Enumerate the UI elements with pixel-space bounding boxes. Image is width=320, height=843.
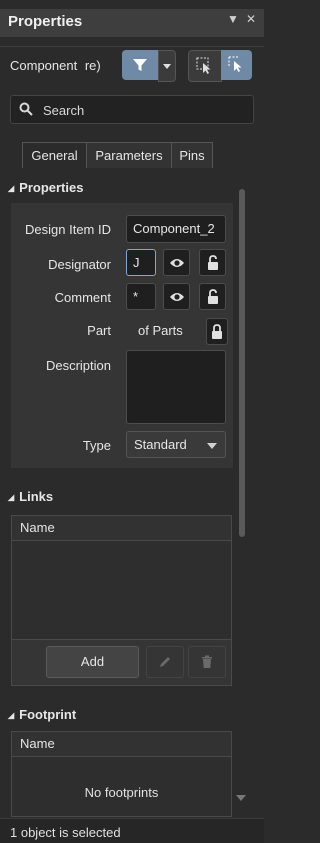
- designator-field[interactable]: J: [126, 249, 156, 276]
- tab-pins[interactable]: Pins: [171, 142, 213, 168]
- properties-section-header[interactable]: ◢ Properties: [8, 180, 83, 195]
- filter-label: Component re): [10, 58, 101, 73]
- search-input[interactable]: [41, 99, 245, 121]
- filter-button[interactable]: [122, 50, 158, 80]
- no-footprints-message: No footprints: [84, 785, 159, 800]
- panel-header: Properties ▼ ✕: [0, 9, 264, 37]
- footprint-table-header: Name: [12, 732, 231, 757]
- pin-icon[interactable]: ▼: [227, 12, 239, 26]
- type-select-value: Standard: [134, 437, 187, 452]
- description-field[interactable]: [126, 350, 226, 424]
- select-inside-button[interactable]: [188, 50, 222, 82]
- comment-label: Comment: [54, 290, 111, 305]
- collapse-triangle-icon: ◢: [8, 711, 15, 720]
- eye-icon: [169, 292, 184, 301]
- type-label: Type: [82, 438, 111, 453]
- panel-title: Properties: [8, 13, 83, 30]
- select-cursor-button[interactable]: [221, 50, 252, 80]
- select-inside-icon: [196, 57, 211, 74]
- part-value: of Parts: [138, 323, 183, 338]
- chevron-down-icon: [163, 63, 171, 69]
- close-icon[interactable]: ✕: [246, 12, 256, 26]
- links-table-header: Name: [12, 516, 231, 541]
- collapse-triangle-icon: ◢: [8, 184, 15, 193]
- add-link-button[interactable]: Add: [46, 646, 139, 678]
- status-text: 1 object is selected: [10, 825, 121, 840]
- comment-field[interactable]: *: [126, 283, 156, 310]
- search-icon: [19, 102, 33, 116]
- tab-general[interactable]: General: [22, 142, 87, 168]
- type-select[interactable]: Standard: [126, 431, 226, 458]
- unlock-icon: [207, 288, 218, 304]
- filter-icon: [133, 59, 147, 71]
- search-box: [10, 95, 254, 124]
- filter-dropdown-button[interactable]: [158, 50, 176, 82]
- filter-row: Component re): [0, 47, 264, 85]
- designator-lock-button[interactable]: [199, 249, 226, 276]
- designator-visibility-button[interactable]: [163, 249, 190, 276]
- lock-icon: [212, 323, 222, 339]
- links-section-header[interactable]: ◢ Links: [8, 489, 53, 504]
- part-lock-button[interactable]: [206, 318, 228, 345]
- comment-visibility-button[interactable]: [163, 283, 190, 310]
- design-item-id-field[interactable]: Component_2: [126, 215, 226, 243]
- eye-icon: [169, 258, 184, 267]
- designator-label: Designator: [48, 257, 111, 272]
- footprint-table: Name: [11, 731, 232, 817]
- links-table: Name: [11, 515, 232, 640]
- chevron-down-icon: [207, 443, 217, 449]
- scroll-down-arrow-icon[interactable]: [236, 795, 246, 801]
- delete-link-button[interactable]: [188, 646, 226, 678]
- panel-titlebar: Properties ▼ ✕: [0, 0, 264, 47]
- pencil-icon: [160, 657, 170, 667]
- trash-icon: [202, 655, 212, 668]
- collapse-triangle-icon: ◢: [8, 493, 15, 502]
- links-name-column[interactable]: Name: [20, 520, 55, 535]
- description-label: Description: [45, 358, 111, 373]
- part-label: Part: [87, 323, 111, 338]
- select-cursor-icon: [228, 56, 241, 72]
- tab-parameters[interactable]: Parameters: [86, 142, 172, 168]
- design-item-id-label: Design Item ID: [25, 222, 111, 237]
- footprint-section-header[interactable]: ◢ Footprint: [8, 707, 76, 722]
- comment-lock-button[interactable]: [199, 283, 226, 310]
- status-bar: 1 object is selected: [0, 818, 264, 843]
- edit-link-button[interactable]: [146, 646, 184, 678]
- unlock-icon: [207, 254, 218, 270]
- footprint-name-column[interactable]: Name: [20, 736, 55, 751]
- scrollbar-thumb[interactable]: [239, 189, 245, 537]
